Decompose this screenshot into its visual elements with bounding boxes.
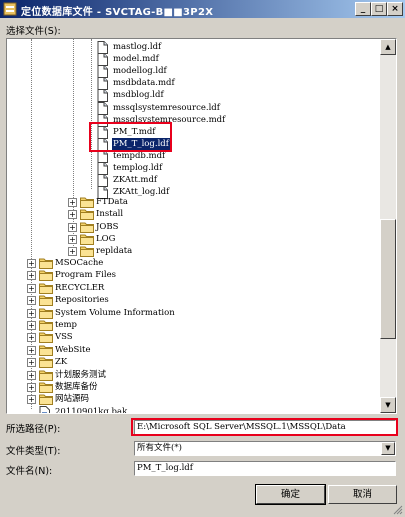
- minimize-button[interactable]: _: [355, 2, 371, 16]
- scroll-down-icon[interactable]: ▼: [380, 397, 396, 413]
- file-icon: [97, 101, 109, 115]
- tree-item-label: model.mdf: [113, 54, 159, 65]
- file-icon: [97, 174, 109, 188]
- maximize-button[interactable]: □: [371, 2, 387, 16]
- highlight-box-path: [131, 418, 398, 436]
- expand-icon[interactable]: +: [27, 358, 36, 368]
- file-tree-content[interactable]: mastlog.ldf model.mdf modellog.ldf msdbdata…: [7, 39, 380, 413]
- folder-icon: [39, 269, 53, 282]
- close-button[interactable]: ×: [387, 2, 403, 16]
- scroll-thumb[interactable]: [380, 219, 396, 339]
- backup-file-icon: [39, 405, 51, 413]
- chevron-down-icon[interactable]: ▼: [381, 442, 395, 455]
- tree-item-label: mastlog.ldf: [113, 42, 162, 52]
- tree-item-label: Program Files: [55, 270, 116, 281]
- expand-icon[interactable]: +: [27, 383, 36, 392]
- tree-item-label: WebSite: [55, 344, 91, 355]
- file-type-label: 文件类型(T):: [6, 446, 61, 457]
- expand-icon[interactable]: +: [68, 198, 77, 207]
- file-icon: [97, 162, 109, 175]
- file-type-value: 所有文件(*): [137, 443, 182, 453]
- expand-icon[interactable]: +: [27, 345, 36, 355]
- file-icon: [97, 41, 109, 54]
- tree-item-label: ZK: [55, 357, 68, 368]
- folder-icon: [80, 233, 94, 246]
- ok-button[interactable]: 确定: [255, 484, 326, 505]
- app-icon: [3, 2, 17, 16]
- expand-icon[interactable]: +: [27, 321, 36, 330]
- title-bar[interactable]: 定位数据库文件 - SVCTAG-B■■3P2X _ □ ×: [0, 0, 405, 18]
- folder-icon: [39, 344, 53, 357]
- tree-item-label: Repositories: [55, 295, 109, 306]
- folder-icon: [80, 208, 94, 221]
- tree-guide-line: [91, 39, 92, 189]
- folder-icon: [80, 221, 94, 234]
- expand-icon[interactable]: +: [27, 370, 36, 380]
- tree-item-label: ZKAtt.mdf: [113, 175, 158, 186]
- tree-item-label: MSOCache: [55, 258, 104, 268]
- expand-icon[interactable]: +: [68, 222, 77, 232]
- tree-item-label: LOG: [96, 233, 116, 244]
- folder-icon: [39, 369, 53, 382]
- tree-item-label: msdblog.ldf: [113, 90, 164, 101]
- expand-icon[interactable]: +: [27, 259, 36, 268]
- folder-icon: [39, 331, 53, 344]
- select-file-label: 选择文件(S):: [6, 26, 61, 37]
- folder-icon: [39, 257, 53, 270]
- expand-icon[interactable]: +: [68, 247, 77, 257]
- folder-icon: [39, 393, 53, 406]
- highlight-box-files: [89, 122, 172, 152]
- tree-item-label: msdbdata.mdf: [113, 78, 175, 89]
- folder-icon: [80, 196, 94, 209]
- file-tree[interactable]: mastlog.ldf model.mdf modellog.ldf msdbdata…: [6, 38, 397, 414]
- expand-icon[interactable]: +: [68, 234, 77, 244]
- folder-icon: [39, 356, 53, 369]
- cancel-button[interactable]: 取消: [328, 485, 397, 504]
- expand-icon[interactable]: +: [27, 308, 36, 318]
- folder-icon: [39, 381, 53, 394]
- window-title: 定位数据库文件 - SVCTAG-B■■3P2X: [21, 7, 214, 18]
- expand-icon[interactable]: +: [27, 283, 36, 293]
- expand-icon[interactable]: +: [68, 210, 77, 220]
- tree-item-label: FTData: [96, 197, 128, 207]
- file-icon: [97, 53, 109, 67]
- tree-item-label: temp: [55, 320, 77, 330]
- expand-icon[interactable]: +: [27, 296, 36, 306]
- tree-item-label: System Volume Information: [55, 307, 175, 318]
- expand-icon[interactable]: +: [27, 333, 36, 343]
- tree-item-label: Install: [96, 209, 124, 220]
- path-label: 所选路径(P):: [6, 424, 61, 435]
- file-icon: [97, 89, 109, 103]
- tree-item-label: mssqlsystemresource.ldf: [113, 102, 220, 113]
- folder-icon: [39, 307, 53, 320]
- file-icon: [97, 65, 109, 79]
- folder-icon: [39, 282, 53, 295]
- vertical-scrollbar[interactable]: ▲ ▼: [380, 39, 396, 413]
- tree-item-label: JOBS: [96, 221, 119, 232]
- folder-icon: [39, 319, 53, 332]
- scroll-up-icon[interactable]: ▲: [380, 39, 396, 55]
- file-type-select[interactable]: 所有文件(*) ▼: [134, 441, 396, 456]
- tree-item-label: modellog.ldf: [113, 66, 167, 77]
- tree-item-label: templog.ldf: [113, 163, 163, 173]
- tree-item-label: 网站源码: [55, 394, 90, 405]
- file-icon: [97, 77, 109, 91]
- tree-item-label: 20110901kq.bak: [55, 406, 128, 413]
- tree-item-label: RECYCLER: [55, 282, 105, 293]
- tree-item-label: VSS: [55, 332, 73, 343]
- tree-item-label: 计划服务测试: [55, 369, 107, 380]
- folder-icon: [39, 294, 53, 307]
- expand-icon[interactable]: +: [27, 271, 36, 281]
- expand-icon[interactable]: +: [27, 395, 36, 405]
- tree-item-label: 数据库备份: [55, 382, 98, 392]
- resize-grip-icon[interactable]: [393, 505, 403, 515]
- file-name-input[interactable]: PM_T_log.ldf: [134, 461, 396, 476]
- file-name-label: 文件名(N):: [6, 466, 53, 477]
